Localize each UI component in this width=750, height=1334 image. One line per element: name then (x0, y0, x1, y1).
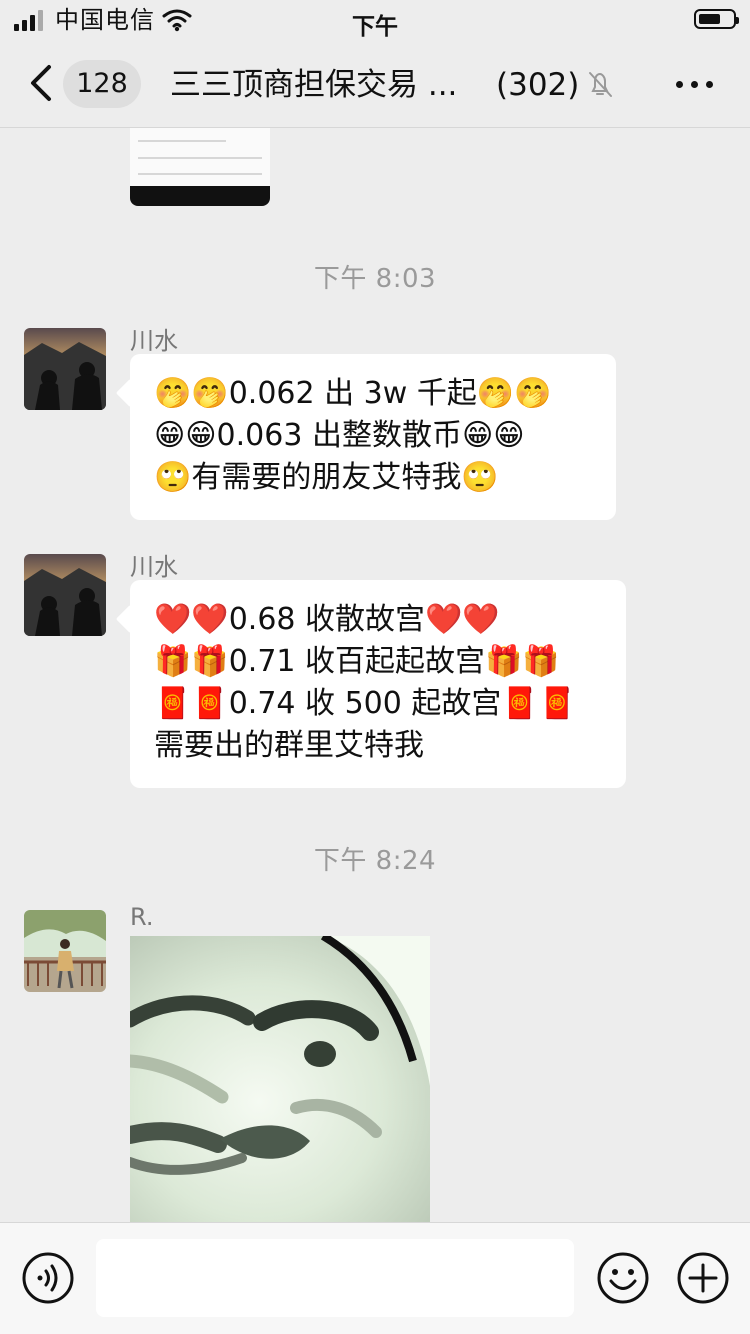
message-line: 😁😁0.063 出整数散币😁😁 (154, 418, 525, 453)
status-bar: 中国电信 下午 8:42 (0, 0, 750, 67)
status-left: 中国电信 (14, 8, 192, 32)
message-line: 需要出的群里艾特我 (154, 728, 424, 763)
meme-image-message[interactable] (130, 936, 430, 1222)
chat-header: 128 三三顶商担保交易 ... (302) (0, 40, 750, 128)
message-line: 🧧🧧0.74 收 500 起故宫🧧🧧 (154, 686, 577, 721)
chat-message-bubble[interactable]: ❤️❤️0.68 收散故宫❤️❤️ 🎁🎁0.71 收百起起故宫🎁🎁 🧧🧧0.74… (130, 580, 626, 788)
preview-line (138, 140, 226, 142)
avatar[interactable] (24, 554, 106, 636)
timestamp: 下午 8:03 (313, 264, 437, 294)
member-count: (302) (496, 67, 580, 103)
message-line: 🎁🎁0.71 收百起起故宫🎁🎁 (154, 644, 560, 679)
message-line: 🤭🤭0.062 出 3w 千起🤭🤭 (154, 376, 552, 411)
avatar[interactable] (24, 328, 106, 410)
emoji-icon[interactable] (596, 1251, 650, 1305)
battery-level (699, 14, 720, 24)
chat-composer-bar (0, 1222, 750, 1334)
message-input[interactable] (96, 1239, 574, 1317)
carrier-label: 中国电信 (55, 6, 155, 34)
wechat-group-chat-screen: 中国电信 下午 8:42 128 三三顶商担保交易 ... (302) (0, 0, 750, 1334)
more-icon[interactable] (676, 67, 716, 101)
signal-icon (14, 9, 48, 31)
message-line: ❤️❤️0.68 收散故宫❤️❤️ (154, 602, 500, 637)
avatar[interactable] (24, 910, 106, 992)
preview-line (138, 157, 262, 159)
phone-navigation-bar (130, 186, 270, 206)
battery-icon (694, 9, 739, 29)
mute-bell-icon (589, 72, 612, 97)
sender-name: 川水 (130, 553, 178, 581)
back-chevron-icon[interactable] (24, 58, 58, 108)
previous-image-message[interactable] (130, 128, 270, 206)
unread-count-badge[interactable]: 128 (63, 60, 141, 108)
wifi-icon (162, 9, 192, 32)
plus-icon[interactable] (676, 1251, 730, 1305)
sender-name: R. (130, 903, 154, 931)
preview-line (138, 173, 262, 175)
voice-icon[interactable] (21, 1251, 75, 1305)
message-line: 🙄有需要的朋友艾特我🙄 (154, 460, 499, 495)
timestamp: 下午 8:24 (313, 846, 437, 876)
sender-name: 川水 (130, 327, 178, 355)
chat-message-bubble[interactable]: 🤭🤭0.062 出 3w 千起🤭🤭 😁😁0.063 出整数散币😁😁 🙄有需要的朋… (130, 354, 616, 520)
